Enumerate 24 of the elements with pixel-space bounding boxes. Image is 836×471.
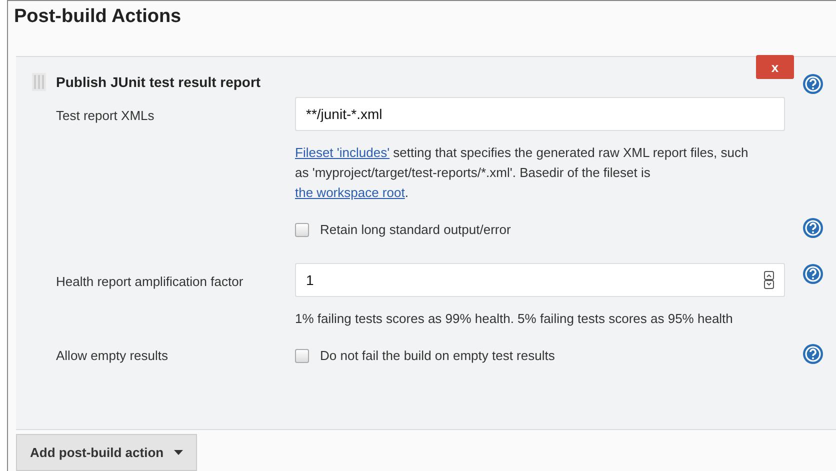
checkbox-label[interactable]: Retain long standard output/error: [320, 220, 511, 240]
section-title: Post-build Actions: [13, 5, 182, 29]
help-icon[interactable]: [802, 217, 824, 239]
drag-handle-icon[interactable]: [32, 73, 46, 91]
help-text: 1% failing tests scores as 99% health. 5% failing tests scores as 95% health: [295, 310, 734, 328]
caret-icon: [174, 450, 183, 455]
add-post-build-action-button[interactable]: Add post-build action: [16, 434, 197, 471]
link[interactable]: the workspace root: [295, 185, 405, 200]
field-label: Allow empty results: [56, 347, 168, 366]
link[interactable]: Fileset 'includes': [295, 145, 390, 160]
help-icon[interactable]: [802, 73, 824, 95]
field-label: Test report XMLs: [56, 107, 154, 125]
number-field[interactable]: 1: [295, 263, 785, 297]
delete-button[interactable]: x: [756, 55, 794, 79]
input-field[interactable]: **/junit-*.xml: [295, 97, 785, 131]
spinner-icon[interactable]: [764, 271, 774, 289]
checkbox[interactable]: [295, 349, 309, 363]
help-icon[interactable]: [802, 343, 824, 365]
help-icon[interactable]: [802, 263, 824, 285]
action-title: Publish JUnit test result report: [56, 72, 261, 92]
checkbox[interactable]: [295, 223, 309, 237]
checkbox-label[interactable]: Do not fail the build on empty test results: [320, 346, 555, 366]
help-text: Fileset 'includes' setting that specifies the generated raw XML report files, such as 'myproject/target/test-reports/*.xml'. Basedir of the fileset is the workspace root.: [295, 144, 750, 202]
field-label: Health report amplification factor: [56, 273, 244, 291]
